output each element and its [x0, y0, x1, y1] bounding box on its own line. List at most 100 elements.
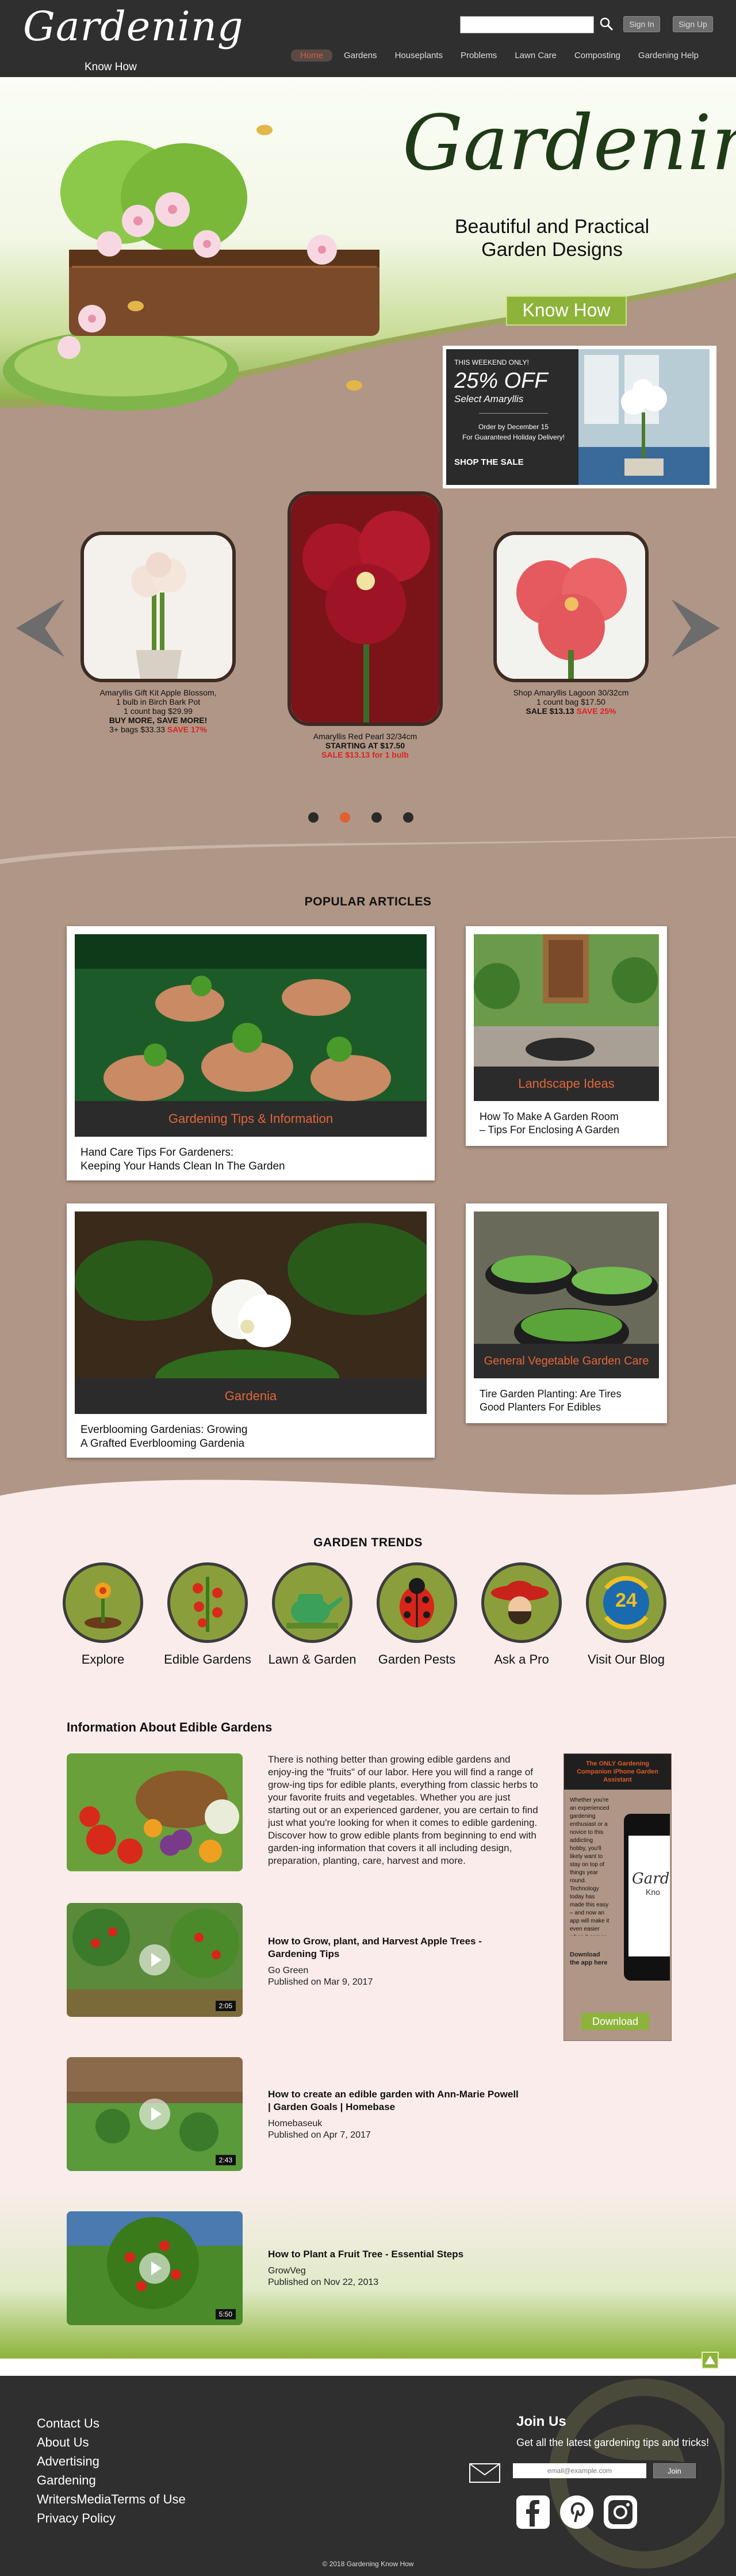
trend-label: Ask a Pro: [494, 1652, 549, 1667]
popular-articles-section: POPULAR ARTICLES Gardening Tips & Inform…: [0, 836, 736, 1496]
newsletter-email-input[interactable]: [513, 2463, 646, 2478]
nav-home[interactable]: Home: [291, 49, 333, 62]
video-title[interactable]: How to create an edible garden with Ann-…: [268, 2088, 521, 2113]
footer-link-advertising[interactable]: Advertising: [37, 2452, 186, 2471]
video-title[interactable]: How to Plant a Fruit Tree - Essential St…: [268, 2248, 521, 2261]
nav-gardens[interactable]: Gardens: [344, 49, 377, 62]
sign-up-button[interactable]: Sign Up: [673, 16, 713, 32]
promo-kicker: THIS WEEKEND ONLY!: [454, 358, 529, 366]
section-wave-top: [0, 836, 736, 864]
popular-articles-title: POPULAR ARTICLES: [304, 895, 432, 908]
product-line-5: 3+ bags $33.33 SAVE 17%: [80, 725, 236, 734]
ad-title: The ONLY Gardening Companion iPhone Gard…: [564, 1754, 671, 1790]
trend-edible-gardens[interactable]: Edible Gardens: [162, 1562, 254, 1667]
footer-link-gardening[interactable]: Gardening: [37, 2471, 186, 2490]
video-info-3: How to Plant a Fruit Tree - Essential St…: [268, 2248, 521, 2288]
video-thumbnail-2[interactable]: 2:43: [67, 2057, 243, 2171]
trend-ask-a-pro[interactable]: Ask a Pro: [476, 1562, 568, 1667]
site-logo[interactable]: Gardening Know How: [23, 5, 244, 73]
footer-link-privacy[interactable]: Privacy Policy: [37, 2509, 186, 2528]
play-icon[interactable]: [139, 1944, 170, 1975]
nav-houseplants[interactable]: Houseplants: [395, 49, 443, 62]
gardener-hat-icon: [481, 1562, 562, 1643]
article-caption-line-1: Hand Care Tips For Gardeners:: [80, 1146, 234, 1159]
video-channel[interactable]: Homebaseuk: [268, 2118, 521, 2130]
video-thumbnail-3[interactable]: 5:50: [67, 2211, 243, 2325]
carousel-dot-2[interactable]: [340, 812, 350, 823]
article-card-4[interactable]: General Vegetable Garden Care Tire Garde…: [466, 1203, 667, 1423]
shop-the-sale-link[interactable]: SHOP THE SALE: [454, 457, 573, 467]
footer-link-contact[interactable]: Contact Us: [37, 2414, 186, 2433]
phone-screen: Gard Kno: [628, 1836, 670, 1956]
article-caption: How To Make A Garden Room – Tips For Enc…: [474, 1110, 659, 1137]
trend-label: Garden Pests: [378, 1652, 456, 1667]
pinterest-icon[interactable]: [559, 2494, 595, 2530]
product-sale-line: SALE $13.13 for 1 bulb: [321, 750, 409, 759]
facebook-icon[interactable]: [515, 2494, 551, 2530]
copyright-text: © 2018 Gardening Know How: [322, 2560, 414, 2568]
video-thumbnail-1[interactable]: 2:05: [67, 1903, 243, 2017]
carousel-dot-4[interactable]: [403, 812, 413, 823]
product-price: 3+ bags $33.33: [109, 725, 167, 734]
product-line-2: 1 bulb in Birch Bark Pot: [116, 697, 201, 706]
hero-title: Gardening: [402, 99, 736, 188]
article-category-band: Landscape Ideas: [474, 1067, 659, 1101]
article-caption-line-2: – Tips For Enclosing A Garden: [480, 1124, 620, 1136]
nav-lawn-care[interactable]: Lawn Care: [515, 49, 557, 62]
footer-link-about[interactable]: About Us: [37, 2433, 186, 2452]
hero-subtitle: Beautiful and Practical Garden Designs: [437, 215, 667, 261]
app-advertisement[interactable]: The ONLY Gardening Companion iPhone Gard…: [564, 1753, 672, 2041]
product-line-1: Amaryllis Red Pearl 32/34cm: [313, 732, 417, 741]
carousel-dot-1[interactable]: [308, 812, 319, 823]
trend-garden-pests[interactable]: Garden Pests: [371, 1562, 463, 1667]
article-caption-line-2: A Grafted Everblooming Gardenia: [80, 1438, 245, 1450]
video-duration: 5:50: [215, 2309, 236, 2319]
footer-link-terms[interactable]: Terms of Use: [111, 2492, 186, 2506]
product-line-1: Amaryllis Gift Kit Apple Blossom,: [99, 688, 217, 697]
join-button[interactable]: Join: [653, 2463, 696, 2478]
article-caption-line-2: Good Planters For Edibles: [480, 1401, 601, 1413]
video-channel[interactable]: Go Green: [268, 1965, 521, 1977]
video-duration: 2:43: [215, 2155, 236, 2165]
promo-banner[interactable]: THIS WEEKEND ONLY! 25% OFF Select Amaryl…: [443, 346, 716, 488]
product-sale-price: SALE $13.13: [526, 706, 577, 716]
carousel-dot-3[interactable]: [371, 812, 382, 823]
carousel-item-1[interactable]: Amaryllis Gift Kit Apple Blossom, 1 bulb…: [80, 532, 236, 734]
blog-badge-number: 24: [615, 1589, 637, 1611]
vegetables-image[interactable]: [67, 1753, 243, 1871]
download-button[interactable]: Download: [581, 2013, 649, 2030]
article-caption: Hand Care Tips For Gardeners: Keeping Yo…: [75, 1146, 427, 1174]
article-category-band: Gardenia: [75, 1378, 427, 1414]
back-to-top-button[interactable]: [702, 2352, 719, 2369]
article-card-1[interactable]: Gardening Tips & Information Hand Care T…: [67, 926, 435, 1180]
article-card-2[interactable]: Landscape Ideas How To Make A Garden Roo…: [466, 926, 667, 1146]
know-how-button[interactable]: Know How: [506, 296, 627, 326]
nav-problems[interactable]: Problems: [461, 49, 497, 62]
carousel-item-2[interactable]: Amaryllis Red Pearl 32/34cm STARTING AT …: [288, 491, 443, 759]
play-icon[interactable]: [139, 2099, 170, 2130]
carousel-prev-arrow-icon[interactable]: [16, 599, 64, 660]
video-duration: 2:05: [215, 2001, 236, 2011]
section-wave: [0, 1480, 736, 1513]
trend-explore[interactable]: Explore: [57, 1562, 149, 1667]
video-channel[interactable]: GrowVeg: [268, 2265, 521, 2277]
sign-in-button[interactable]: Sign In: [623, 16, 660, 32]
article-card-3[interactable]: Gardenia Everblooming Gardenias: Growing…: [67, 1203, 435, 1458]
trend-lawn-garden[interactable]: Lawn & Garden: [266, 1562, 358, 1667]
carousel-next-arrow-icon[interactable]: [672, 599, 720, 660]
nav-gardening-help[interactable]: Gardening Help: [638, 49, 699, 62]
nav-composting[interactable]: Composting: [574, 49, 620, 62]
site-header: Gardening Know How Sign In Sign Up Home …: [0, 0, 736, 77]
trend-visit-our-blog[interactable]: 24 Visit Our Blog: [580, 1562, 672, 1667]
arrow-up-icon: [705, 2356, 715, 2364]
footer-link-writersmedia[interactable]: WritersMedia: [37, 2492, 111, 2506]
search-input[interactable]: [460, 16, 594, 33]
play-icon[interactable]: [139, 2253, 170, 2284]
video-title[interactable]: How to Grow, plant, and Harvest Apple Tr…: [268, 1935, 521, 1960]
instagram-icon[interactable]: [603, 2494, 638, 2530]
video-published: Published on Apr 7, 2017: [268, 2130, 371, 2140]
search-icon[interactable]: [598, 16, 615, 33]
article-image: Gardening Tips & Information: [75, 934, 427, 1137]
carousel-item-3[interactable]: Shop Amaryllis Lagoon 30/32cm 1 count ba…: [493, 532, 649, 716]
main-nav: Home Gardens Houseplants Problems Lawn C…: [291, 49, 716, 62]
